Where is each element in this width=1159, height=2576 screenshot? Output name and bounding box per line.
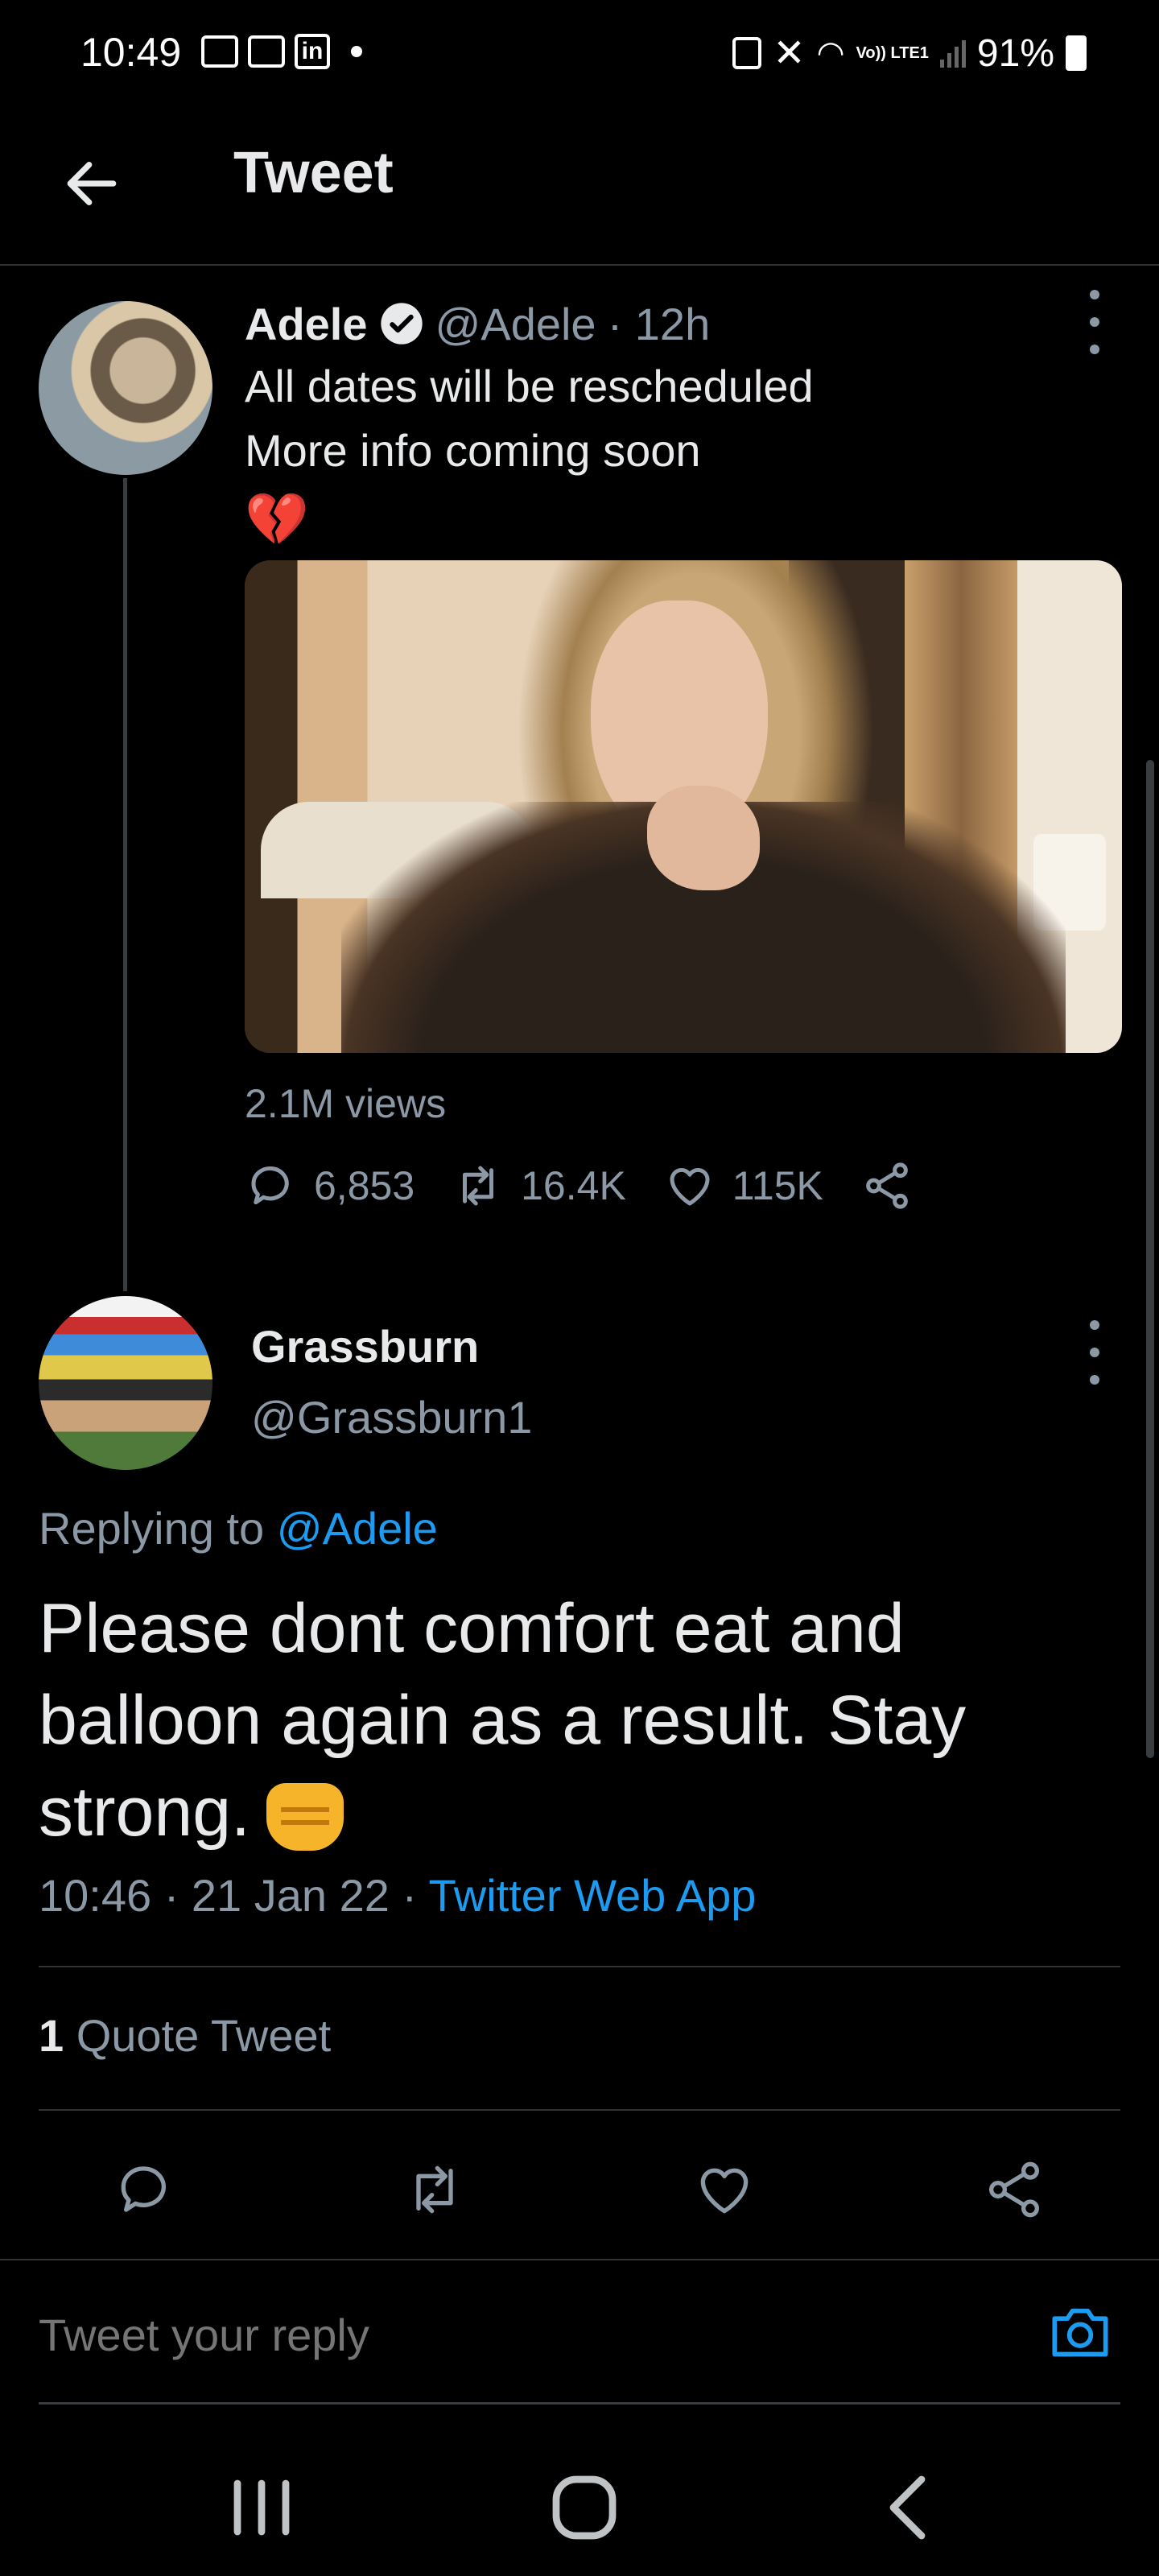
home-icon[interactable] [544, 2471, 625, 2544]
reply-button[interactable]: 6,853 [245, 1159, 415, 1212]
replying-to: Replying to @Adele [39, 1502, 438, 1554]
reply-meta: 10:46 · 21 Jan 22 · Twitter Web App [39, 1869, 756, 1922]
more-options-icon[interactable] [1087, 290, 1103, 354]
author-name[interactable]: Adele [245, 298, 368, 350]
status-bar: 10:49 in ✕ ◠ Vo)) LTE1 91% [0, 0, 1159, 105]
battery-icon [1066, 35, 1087, 71]
tweet-actions: 6,853 16.4K 115K [245, 1159, 967, 1212]
reply-count: 6,853 [314, 1163, 415, 1208]
reply-icon [251, 1166, 289, 1205]
tweet-author-row: Adele @Adele · 12h [245, 293, 1122, 354]
share-button[interactable] [860, 1159, 930, 1212]
calendar-icon [248, 35, 285, 68]
tweet-time: · 12h [607, 298, 711, 349]
reply-text: Please dont comfort eat and balloon agai… [39, 1590, 967, 1851]
quote-tweets-link[interactable]: 1 Quote Tweet [39, 2009, 331, 2062]
reply-author-handle[interactable]: @Grassburn1 [251, 1391, 532, 1443]
scrollbar[interactable] [1146, 760, 1154, 1758]
back-arrow-icon[interactable] [60, 151, 124, 216]
retweet-icon[interactable] [402, 2157, 467, 2222]
recycle-icon [732, 37, 762, 69]
quote-count: 1 [39, 2010, 64, 2061]
battery-percent: 91% [976, 31, 1054, 75]
reply-body: Please dont comfort eat and balloon agai… [39, 1583, 1101, 1858]
reply-timestamp: 10:46 · 21 Jan 22 · [39, 1870, 429, 1921]
divider [39, 1966, 1120, 1967]
replying-mention-link[interactable]: @Adele [277, 1503, 438, 1554]
camera-icon[interactable] [1046, 2301, 1114, 2362]
reply-author-name[interactable]: Grassburn [251, 1320, 479, 1373]
wifi-icon: ◠ [816, 35, 845, 71]
reply-actions [0, 2157, 1159, 2222]
source-link[interactable]: Twitter Web App [429, 1870, 757, 1921]
tweet-text-line-1: All dates will be rescheduled [245, 361, 814, 411]
like-count: 115K [732, 1163, 823, 1208]
avatar[interactable] [39, 301, 212, 475]
author-handle[interactable]: @Adele [435, 298, 596, 350]
reply-input[interactable] [39, 2309, 1004, 2361]
status-time: 10:49 [80, 30, 182, 75]
thread-line [123, 478, 127, 1291]
reply-icon[interactable] [113, 2157, 177, 2222]
top-bar: Tweet [0, 129, 1159, 266]
fist-emoji [266, 1783, 344, 1852]
share-icon [866, 1162, 908, 1209]
back-icon[interactable] [869, 2471, 950, 2544]
page-title: Tweet [233, 141, 394, 205]
retweet-count: 16.4K [521, 1163, 626, 1208]
retweet-button[interactable]: 16.4K [452, 1159, 626, 1212]
reply-composer [0, 2259, 1159, 2401]
tweet-video[interactable] [245, 560, 1122, 1053]
recent-apps-icon[interactable] [221, 2471, 302, 2544]
status-notification-icons: in [201, 34, 362, 69]
like-button[interactable]: 115K [663, 1159, 823, 1212]
mute-icon: ✕ [773, 32, 806, 75]
heart-icon[interactable] [692, 2157, 757, 2222]
more-options-icon[interactable] [1087, 1320, 1103, 1385]
quote-label: Quote Tweet [64, 2010, 332, 2061]
verified-badge-icon [380, 303, 423, 345]
view-count: 2.1M views [245, 1081, 447, 1126]
retweet-icon [463, 1166, 494, 1206]
share-icon[interactable] [982, 2157, 1046, 2222]
divider [39, 2109, 1120, 2111]
notification-dot [351, 46, 362, 57]
outlook-icon [201, 35, 238, 68]
lte-indicator: Vo)) LTE1 [856, 44, 929, 62]
linkedin-icon: in [295, 34, 330, 69]
replying-prefix: Replying to [39, 1503, 277, 1554]
heart-icon [670, 1168, 710, 1206]
broken-heart-emoji: 💔 [245, 490, 309, 548]
signal-icon [939, 39, 966, 68]
system-nav-bar [0, 2439, 1159, 2576]
status-system-icons: ✕ ◠ Vo)) LTE1 91% [732, 31, 1087, 76]
tweet-text-line-2: More info coming soon [245, 425, 701, 476]
input-underline [39, 2402, 1120, 2405]
main-tweet: Adele @Adele · 12h All dates will be res… [245, 293, 1122, 555]
avatar[interactable] [39, 1296, 212, 1470]
